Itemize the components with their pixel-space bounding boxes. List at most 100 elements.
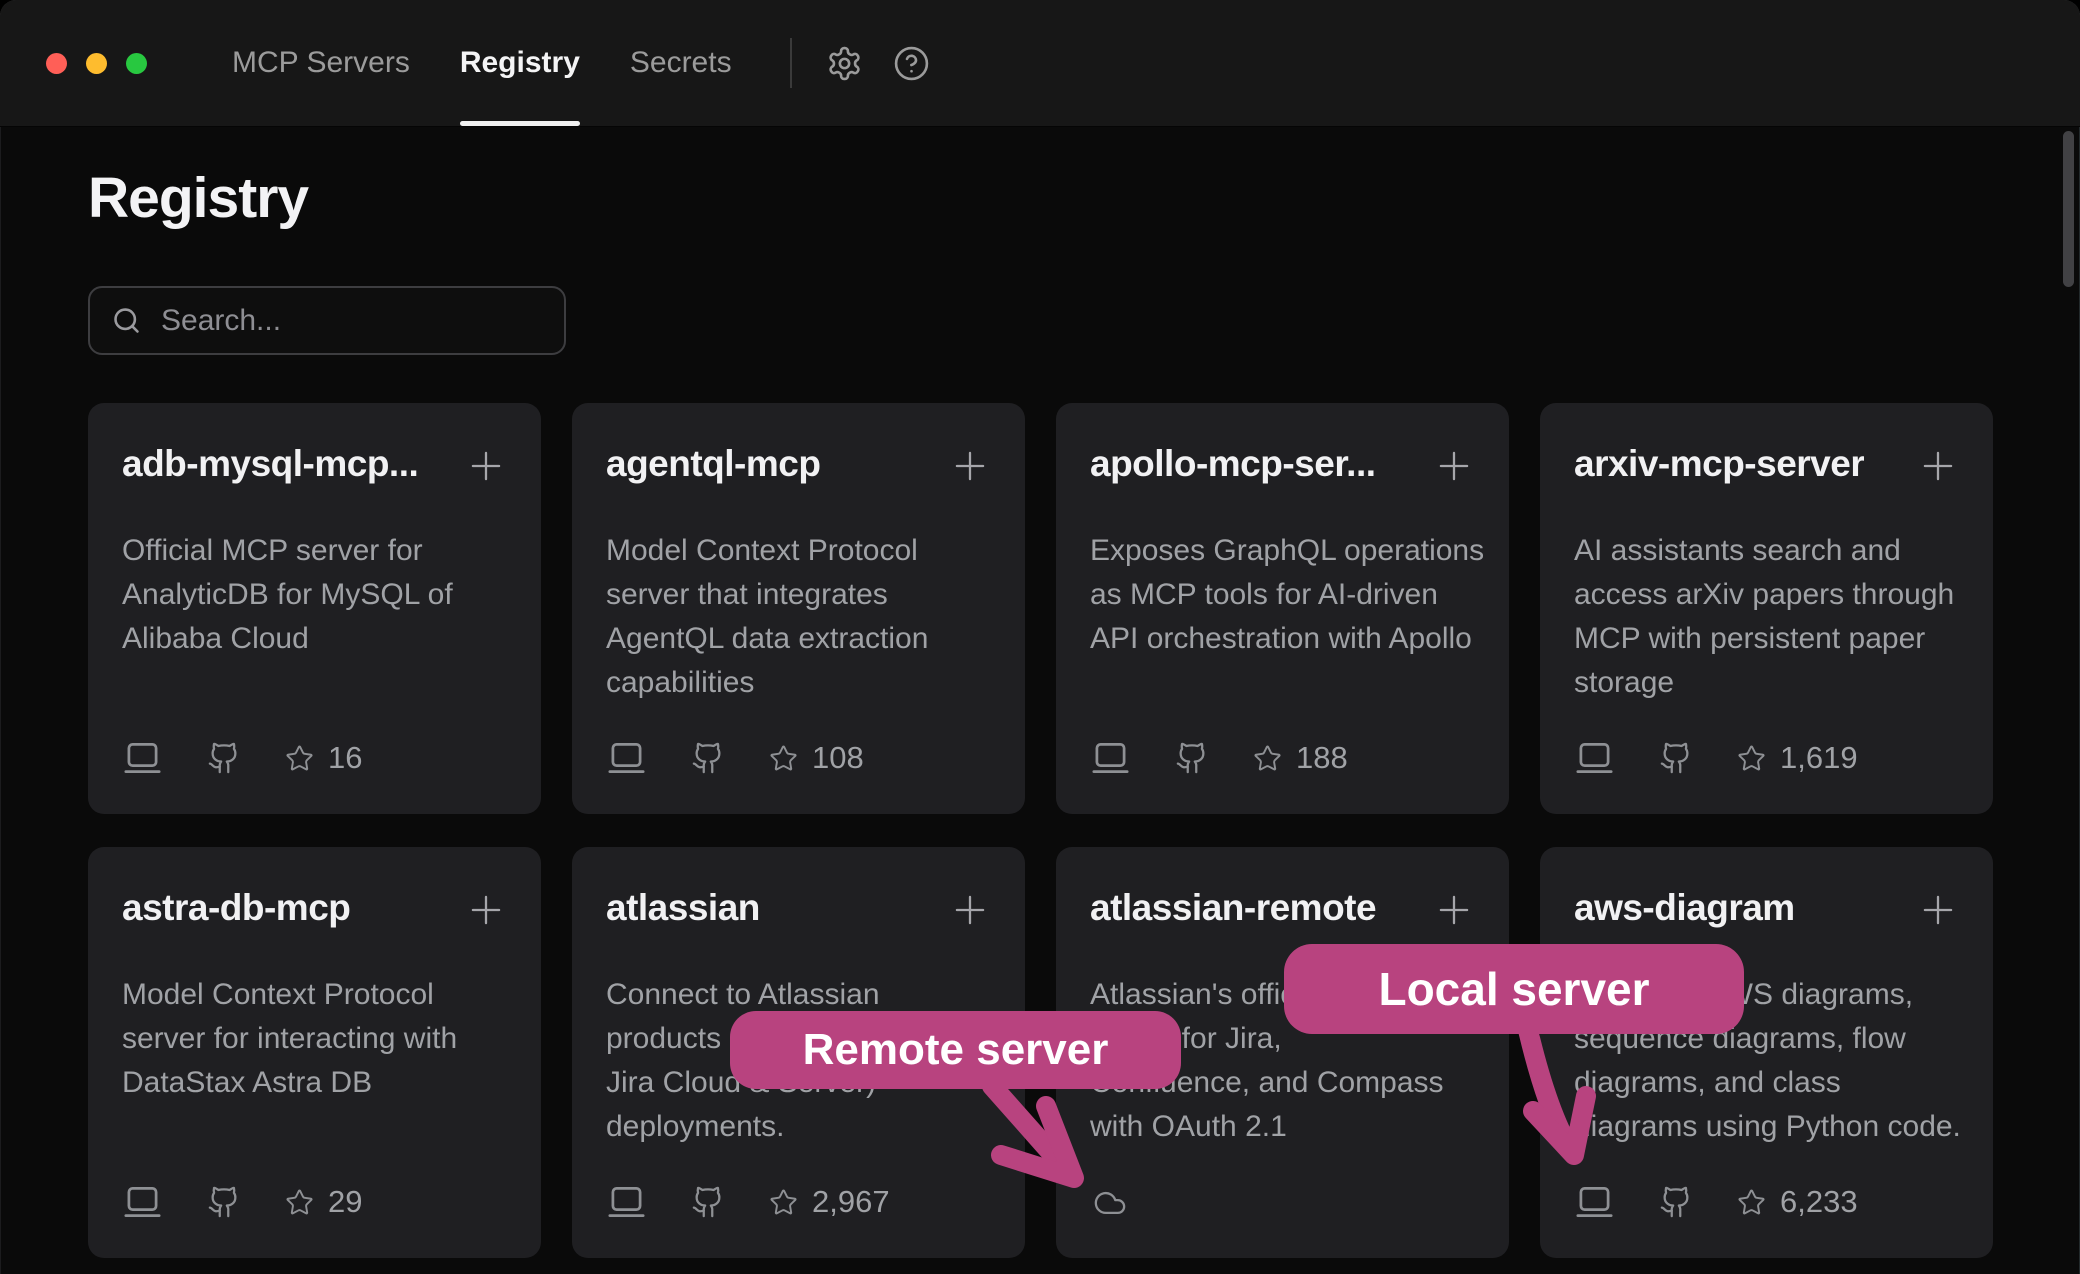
card-footer: 6,233 — [1574, 1184, 1959, 1220]
star-icon — [769, 1188, 798, 1217]
server-name: adb-mysql-mcp... — [122, 443, 418, 485]
github-icon — [207, 1185, 241, 1219]
server-description: Atlassian's official MCPserver for Jira,… — [1090, 973, 1475, 1149]
github-icon — [1659, 741, 1693, 775]
plus-icon — [1917, 445, 1959, 487]
server-name: aws-diagram — [1574, 887, 1795, 929]
server-card[interactable]: arxiv-mcp-server AI assistants search an… — [1540, 403, 1993, 814]
add-server-button[interactable] — [949, 445, 991, 487]
server-card[interactable]: astra-db-mcp Model Context Protocolserve… — [88, 847, 541, 1258]
tab-label: Registry — [460, 46, 580, 80]
tab-label: Secrets — [630, 46, 732, 80]
star-icon — [1737, 1188, 1766, 1217]
github-stars: 1,619 — [1737, 740, 1858, 776]
card-footer: 108 — [606, 740, 991, 776]
titlebar-divider — [790, 38, 792, 88]
scrollbar-thumb[interactable] — [2063, 131, 2074, 287]
help-icon[interactable] — [893, 45, 930, 82]
local-server-icon — [606, 1185, 647, 1219]
server-card[interactable]: atlassian-remote Atlassian's official MC… — [1056, 847, 1509, 1258]
app-window: MCP Servers Registry Secrets Regist — [0, 0, 2080, 1274]
github-stars: 16 — [285, 740, 362, 776]
github-stars: 2,967 — [769, 1184, 890, 1220]
server-description: Official MCP server forAnalyticDB for My… — [122, 529, 507, 661]
github-stars: 29 — [285, 1184, 362, 1220]
star-icon — [1253, 744, 1282, 773]
server-card[interactable]: agentql-mcp Model Context Protocolserver… — [572, 403, 1025, 814]
plus-icon — [949, 445, 991, 487]
card-footer: 2,967 — [606, 1184, 991, 1220]
card-footer: 1,619 — [1574, 740, 1959, 776]
remote-server-cloud-icon — [1090, 1186, 1130, 1220]
local-server-icon — [1090, 741, 1131, 775]
card-footer: 188 — [1090, 740, 1475, 776]
star-count: 16 — [328, 740, 362, 776]
server-description: Generate AWS diagrams,sequence diagrams,… — [1574, 973, 1959, 1149]
local-server-icon — [122, 1185, 163, 1219]
title-bar: MCP Servers Registry Secrets — [0, 0, 2080, 127]
server-card[interactable]: apollo-mcp-ser... Exposes GraphQL operat… — [1056, 403, 1509, 814]
close-window-button[interactable] — [46, 53, 67, 74]
card-footer: 29 — [122, 1184, 507, 1220]
star-icon — [1737, 744, 1766, 773]
main-nav-tabs: MCP Servers Registry Secrets — [232, 0, 732, 126]
github-icon — [691, 1185, 725, 1219]
github-icon — [1175, 741, 1209, 775]
server-grid: adb-mysql-mcp... Official MCP server for… — [88, 403, 1992, 1258]
server-name: arxiv-mcp-server — [1574, 443, 1864, 485]
add-server-button[interactable] — [1433, 889, 1475, 931]
star-count: 6,233 — [1780, 1184, 1858, 1220]
star-icon — [285, 744, 314, 773]
add-server-button[interactable] — [465, 889, 507, 931]
settings-gear-icon[interactable] — [826, 45, 863, 82]
search-input[interactable] — [159, 303, 549, 339]
server-description: AI assistants search andaccess arXiv pap… — [1574, 529, 1959, 705]
star-icon — [769, 744, 798, 773]
tab-label: MCP Servers — [232, 46, 410, 80]
plus-icon — [465, 889, 507, 931]
github-stars: 188 — [1253, 740, 1348, 776]
server-card[interactable]: adb-mysql-mcp... Official MCP server for… — [88, 403, 541, 814]
tab-registry[interactable]: Registry — [460, 0, 580, 126]
tab-secrets[interactable]: Secrets — [630, 0, 732, 126]
star-icon — [285, 1188, 314, 1217]
card-footer — [1090, 1186, 1475, 1220]
server-description: Model Context Protocolserver that integr… — [606, 529, 991, 705]
server-name: atlassian — [606, 887, 760, 929]
minimize-window-button[interactable] — [86, 53, 107, 74]
tab-mcp-servers[interactable]: MCP Servers — [232, 0, 410, 126]
server-name: astra-db-mcp — [122, 887, 350, 929]
add-server-button[interactable] — [1433, 445, 1475, 487]
local-server-icon — [1574, 1185, 1615, 1219]
local-server-icon — [122, 741, 163, 775]
plus-icon — [1917, 889, 1959, 931]
maximize-window-button[interactable] — [126, 53, 147, 74]
search-box[interactable] — [88, 286, 566, 355]
server-name: agentql-mcp — [606, 443, 820, 485]
card-footer: 16 — [122, 740, 507, 776]
server-description: Exposes GraphQL operationsas MCP tools f… — [1090, 529, 1475, 661]
add-server-button[interactable] — [465, 445, 507, 487]
server-card[interactable]: atlassian Connect to Atlassianproducts (… — [572, 847, 1025, 1258]
github-stars: 6,233 — [1737, 1184, 1858, 1220]
github-icon — [691, 741, 725, 775]
local-server-icon — [606, 741, 647, 775]
github-icon — [1659, 1185, 1693, 1219]
add-server-button[interactable] — [1917, 445, 1959, 487]
star-count: 2,967 — [812, 1184, 890, 1220]
registry-page: Registry adb-mysql-mcp... Official M — [0, 165, 2080, 1258]
plus-icon — [465, 445, 507, 487]
server-name: atlassian-remote — [1090, 887, 1376, 929]
page-title: Registry — [88, 165, 1992, 231]
server-name: apollo-mcp-ser... — [1090, 443, 1376, 485]
star-count: 29 — [328, 1184, 362, 1220]
star-count: 108 — [812, 740, 864, 776]
server-card[interactable]: aws-diagram Generate AWS diagrams,sequen… — [1540, 847, 1993, 1258]
star-count: 188 — [1296, 740, 1348, 776]
server-description: Connect to Atlassianproducts (Confluence… — [606, 973, 991, 1149]
add-server-button[interactable] — [1917, 889, 1959, 931]
add-server-button[interactable] — [949, 889, 991, 931]
traffic-lights — [46, 0, 147, 126]
local-server-icon — [1574, 741, 1615, 775]
star-count: 1,619 — [1780, 740, 1858, 776]
